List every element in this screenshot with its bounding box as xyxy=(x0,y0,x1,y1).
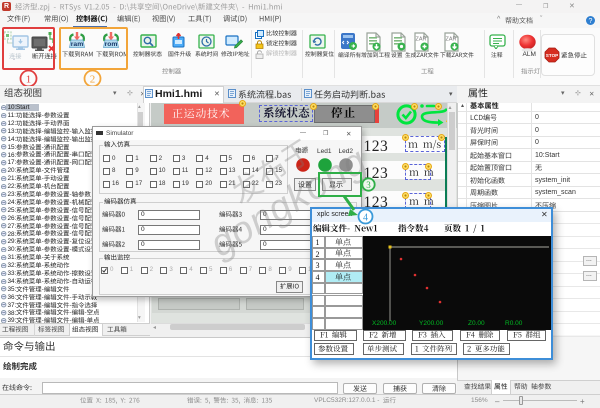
svg-text:2: 2 xyxy=(90,74,96,86)
svg-text:4: 4 xyxy=(363,213,368,224)
svg-text:ZAR: ZAR xyxy=(446,37,457,43)
svg-text:STOP: STOP xyxy=(546,53,558,58)
svg-text:1: 1 xyxy=(26,74,32,86)
svg-text:ZAR: ZAR xyxy=(416,37,427,43)
svg-text:3: 3 xyxy=(366,180,371,190)
svg-text:?: ? xyxy=(589,18,593,25)
